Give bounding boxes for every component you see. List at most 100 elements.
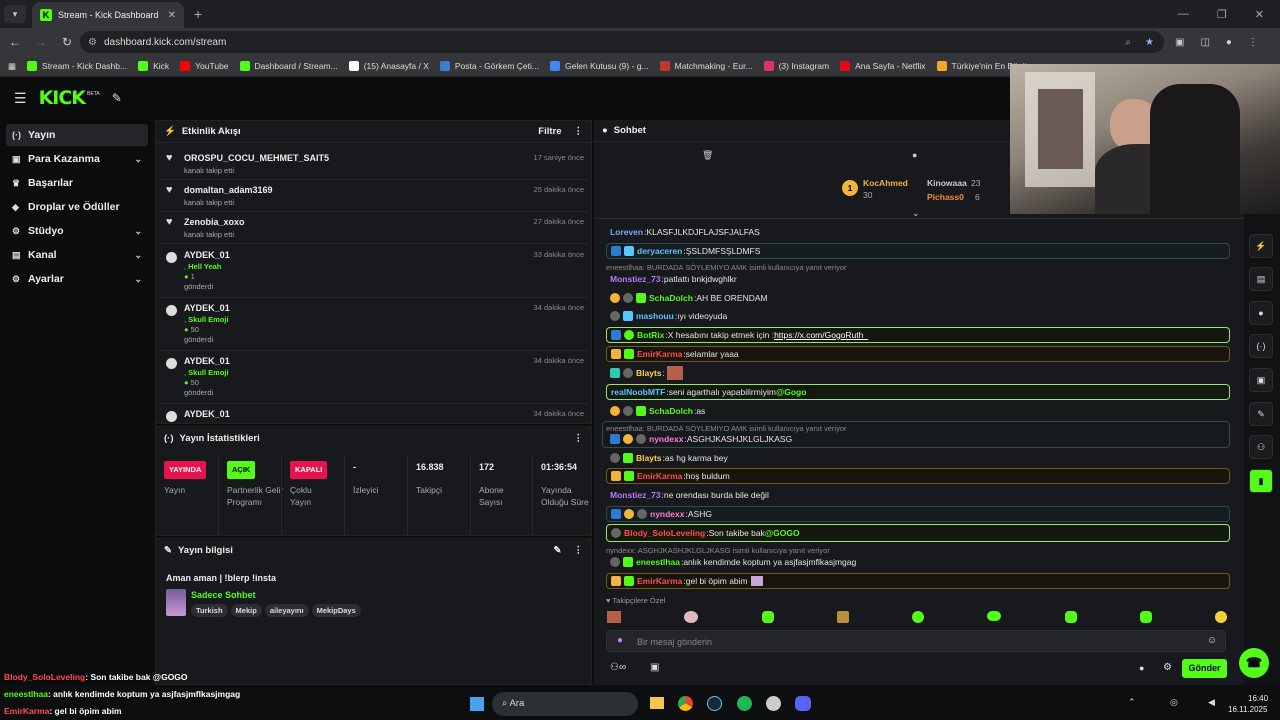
- clock-time[interactable]: 16:40: [1248, 694, 1268, 703]
- extensions-puzzle-icon[interactable]: ◫: [1200, 37, 1209, 48]
- emote-3[interactable]: [761, 611, 774, 623]
- help-button[interactable]: ☎: [1239, 648, 1269, 678]
- followers-only-label: ♥ Takipçilere Özel: [606, 596, 666, 605]
- more-icon[interactable]: ⋮: [574, 126, 584, 137]
- chat-message: EmirKarma: selamlar yaaa: [606, 346, 1230, 362]
- quick-action-card-icon[interactable]: ▣: [1249, 368, 1273, 392]
- sidebar-item-para-kazanma[interactable]: ▣ Para Kazanma ⌄: [6, 148, 148, 170]
- file-explorer-icon[interactable]: [650, 697, 664, 709]
- clock-date[interactable]: 16.11.2025: [1228, 705, 1267, 714]
- emote-4[interactable]: [836, 611, 849, 623]
- tab-search-button[interactable]: ▾: [4, 5, 26, 23]
- pin-icon[interactable]: ✎: [112, 91, 122, 105]
- more-icon[interactable]: ⋮: [574, 433, 584, 444]
- sidebar-item-droplar[interactable]: ◆ Droplar ve Ödüller: [6, 196, 148, 218]
- site-info-icon[interactable]: ⚙: [88, 37, 97, 48]
- emote-2[interactable]: [684, 611, 699, 623]
- emote-6[interactable]: [987, 611, 1002, 621]
- bookmark-9[interactable]: Ana Sayfa - Netflix: [840, 61, 926, 71]
- category-name[interactable]: Sadece Sohbet: [191, 590, 256, 600]
- quick-action-app-icon[interactable]: ▮: [1249, 469, 1273, 493]
- bookmark-6[interactable]: Gelen Kutusu (9) - g...: [549, 61, 649, 71]
- sidebar-item-yayin[interactable]: (·) Yayın: [6, 124, 148, 146]
- chevron-up-icon[interactable]: ⌃: [1128, 697, 1136, 708]
- hamburger-menu-icon[interactable]: ☰: [14, 90, 27, 107]
- send-button[interactable]: Gönder: [1182, 659, 1227, 678]
- reload-icon[interactable]: ↻: [54, 35, 80, 49]
- quick-action-broadcast-icon[interactable]: (·): [1249, 334, 1273, 358]
- quick-action-chat-icon[interactable]: ●: [1249, 301, 1273, 325]
- kick-favicon-icon: K: [40, 9, 52, 21]
- sidebar-item-basarilar[interactable]: ♛ Başarılar: [6, 172, 148, 194]
- chat-link[interactable]: https://x.com/GogoRuth_: [774, 330, 868, 340]
- quick-action-wrench-icon[interactable]: ✎: [1249, 402, 1273, 426]
- close-window-icon[interactable]: ✕: [1255, 8, 1264, 21]
- quick-action-lightning-icon[interactable]: ⚡: [1249, 234, 1273, 258]
- bookmark-8[interactable]: (3) Instagram: [763, 61, 829, 71]
- forward-icon[interactable]: →: [28, 35, 54, 49]
- users-link-icon[interactable]: ⚇∞: [610, 662, 626, 673]
- sidebar-item-ayarlar[interactable]: ⚙ Ayarlar ⌄: [6, 268, 148, 290]
- microphone-icon[interactable]: ●: [617, 635, 623, 646]
- zoom-icon[interactable]: ⌕: [1125, 37, 1131, 48]
- edit-icon[interactable]: ✎: [554, 545, 562, 556]
- sidebar-item-label: Yayın: [28, 129, 56, 141]
- discord-icon[interactable]: [795, 696, 811, 711]
- sidebar-item-label: Droplar ve Ödüller: [28, 201, 120, 213]
- tag[interactable]: Turkish: [191, 604, 228, 617]
- sidebar-item-label: Kanal: [28, 249, 57, 261]
- bookmark-0[interactable]: Stream - Kick Dashb...: [27, 61, 127, 71]
- network-icon[interactable]: ◎: [1170, 697, 1178, 708]
- emote-9[interactable]: [1215, 611, 1227, 623]
- bookmark-4[interactable]: (15) Anasayfa / X: [348, 61, 429, 71]
- volume-icon[interactable]: ◀: [1208, 697, 1215, 708]
- emote-5[interactable]: [912, 611, 924, 623]
- chat-settings-icon[interactable]: ●: [912, 150, 917, 160]
- chrome-icon[interactable]: [678, 696, 693, 711]
- store-icon[interactable]: ▣: [650, 662, 659, 673]
- browser-tab[interactable]: K Stream - Kick Dashboard ✕: [32, 2, 184, 28]
- app-icon[interactable]: [766, 696, 781, 711]
- more-icon[interactable]: ⋮: [574, 545, 584, 556]
- taskbar-search[interactable]: ⌕ Ara: [492, 692, 638, 716]
- emoji-icon[interactable]: ☺: [1207, 635, 1217, 646]
- gift-name: Skull Emoji: [188, 315, 229, 324]
- quick-action-document-icon[interactable]: ▤: [1249, 267, 1273, 291]
- steam-icon[interactable]: [707, 696, 722, 711]
- chat-input[interactable]: ● Bir mesaj gönderin ☺: [606, 630, 1226, 652]
- emote-7[interactable]: [1064, 611, 1077, 623]
- windows-start-icon[interactable]: [470, 697, 484, 711]
- bookmark-3[interactable]: Dashboard / Stream...: [239, 61, 338, 71]
- restore-icon[interactable]: ❐: [1217, 8, 1227, 21]
- sidebar-item-studyo[interactable]: ⚙ Stüdyo ⌄: [6, 220, 148, 242]
- tab-close-icon[interactable]: ✕: [168, 10, 176, 21]
- bookmark-7[interactable]: Matchmaking - Eur...: [659, 61, 753, 71]
- filter-button[interactable]: Filtre: [538, 126, 561, 137]
- gear-icon[interactable]: ⚙: [1163, 662, 1172, 673]
- chevron-down-icon: ⌄: [134, 225, 142, 236]
- gift-count: 50: [190, 378, 199, 387]
- profile-avatar-icon[interactable]: ●: [1226, 37, 1232, 48]
- spotify-icon[interactable]: [737, 696, 752, 711]
- trash-icon[interactable]: 🗑: [702, 150, 713, 161]
- apps-icon[interactable]: ▦: [8, 61, 16, 72]
- minimize-icon[interactable]: —: [1178, 8, 1189, 21]
- emote-1[interactable]: [607, 611, 621, 623]
- sidebar-item-kanal[interactable]: ▤ Kanal ⌄: [6, 244, 148, 266]
- bookmark-1[interactable]: Kick: [138, 61, 169, 71]
- browser-menu-icon[interactable]: ⋮: [1248, 37, 1258, 48]
- new-tab-button[interactable]: +: [194, 6, 202, 22]
- emote-8[interactable]: [1139, 611, 1152, 623]
- back-icon[interactable]: ←: [2, 35, 28, 49]
- extension-icon[interactable]: ▣: [1175, 37, 1184, 48]
- chat-bubble-small-icon[interactable]: ●: [1139, 663, 1144, 673]
- bookmark-5[interactable]: Posta - Görkem Çeti...: [439, 61, 539, 71]
- kick-logo[interactable]: KICK: [39, 87, 86, 109]
- bookmark-star-icon[interactable]: ★: [1145, 37, 1154, 48]
- tag[interactable]: Mekip: [230, 604, 262, 617]
- bookmark-2[interactable]: YouTube: [180, 61, 229, 71]
- tag[interactable]: MekipDays: [311, 604, 361, 617]
- url-field[interactable]: ⚙ dashboard.kick.com/stream ⌕ ★: [80, 31, 1164, 53]
- quick-action-share-icon[interactable]: ⚇: [1249, 435, 1273, 459]
- tag[interactable]: aileyayını: [264, 604, 309, 617]
